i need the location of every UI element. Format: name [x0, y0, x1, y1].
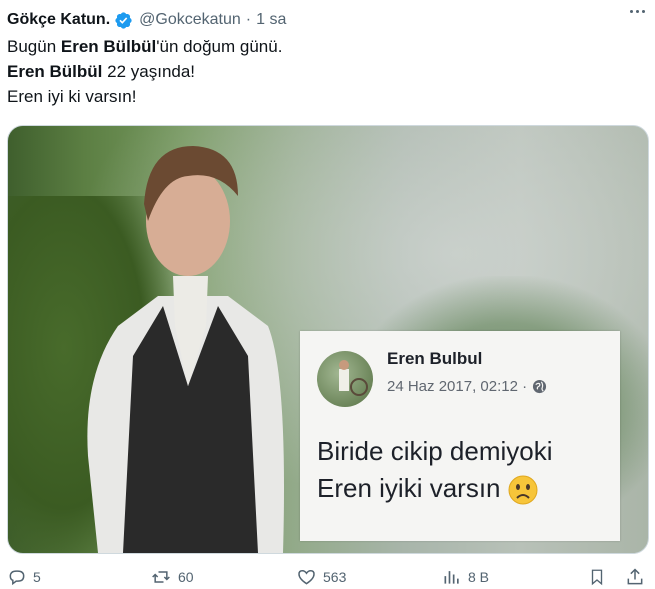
- tweet-actions: 5 60 563 8 B: [0, 567, 655, 589]
- author-name[interactable]: Gökçe Katun.: [7, 11, 110, 29]
- tweet-time[interactable]: 1 sa: [256, 11, 286, 29]
- reply-button[interactable]: 5: [7, 567, 41, 587]
- globe-icon: [532, 379, 547, 394]
- text-segment: Bugün: [7, 37, 61, 56]
- share-icon: [625, 567, 645, 587]
- share-button[interactable]: [625, 567, 645, 587]
- author-handle[interactable]: @Gokcekatun: [139, 11, 241, 29]
- post-author-name: Eren Bulbul: [387, 349, 483, 368]
- post-message-line-2: Eren iyiki varsın: [317, 470, 553, 507]
- bookmark-button[interactable]: [588, 567, 606, 587]
- more-options-icon[interactable]: [630, 10, 645, 13]
- sad-face-emoji-icon: [507, 474, 539, 506]
- bookmark-icon: [588, 567, 606, 587]
- tweet-line-3: Eren iyi ki varsın!: [7, 87, 137, 106]
- tweet-media-image[interactable]: Eren Bulbul 24 Haz 2017, 02:12 · Biride …: [7, 125, 649, 554]
- separator-dot: ·: [245, 11, 252, 28]
- bold-name: Eren Bülbül: [60, 37, 157, 56]
- person-figure: [87, 146, 284, 553]
- views-count: 8 B: [468, 569, 490, 585]
- bold-name: Eren Bülbül: [7, 62, 103, 81]
- retweet-button[interactable]: 60: [150, 567, 194, 587]
- text-segment: 'ün doğum günü.: [156, 37, 283, 56]
- verified-badge-icon: [114, 11, 133, 30]
- facebook-post-card: Eren Bulbul 24 Haz 2017, 02:12 · Biride …: [300, 331, 620, 541]
- avatar: [317, 351, 373, 407]
- tweet-header: Gökçe Katun. @Gokcekatun · 1 sa: [7, 8, 645, 32]
- retweet-icon: [150, 567, 172, 587]
- reply-count: 5: [33, 569, 41, 585]
- tweet-line-1: Bugün Eren Bülbül'ün doğum günü.: [7, 34, 282, 59]
- tweet-line-2: Eren Bülbül 22 yaşında!: [7, 59, 282, 84]
- reply-icon: [7, 567, 27, 587]
- post-message-text: Eren iyiki varsın: [317, 473, 501, 503]
- post-date: 24 Haz 2017, 02:12 ·: [387, 378, 547, 395]
- tweet-text: Bugün Eren Bülbül'ün doğum günü. Eren Bü…: [7, 34, 282, 109]
- post-message: Biride cikip demiyoki Eren iyiki varsın: [317, 433, 553, 507]
- text-segment: 22 yaşında!: [102, 62, 196, 81]
- like-count: 563: [323, 569, 347, 585]
- views-icon: [442, 567, 462, 587]
- post-message-line-1: Biride cikip demiyoki: [317, 436, 553, 466]
- like-button[interactable]: 563: [296, 567, 346, 587]
- retweet-count: 60: [178, 569, 194, 585]
- views-button[interactable]: 8 B: [442, 567, 489, 587]
- post-date-text: 24 Haz 2017, 02:12 ·: [387, 378, 528, 395]
- heart-icon: [296, 567, 317, 587]
